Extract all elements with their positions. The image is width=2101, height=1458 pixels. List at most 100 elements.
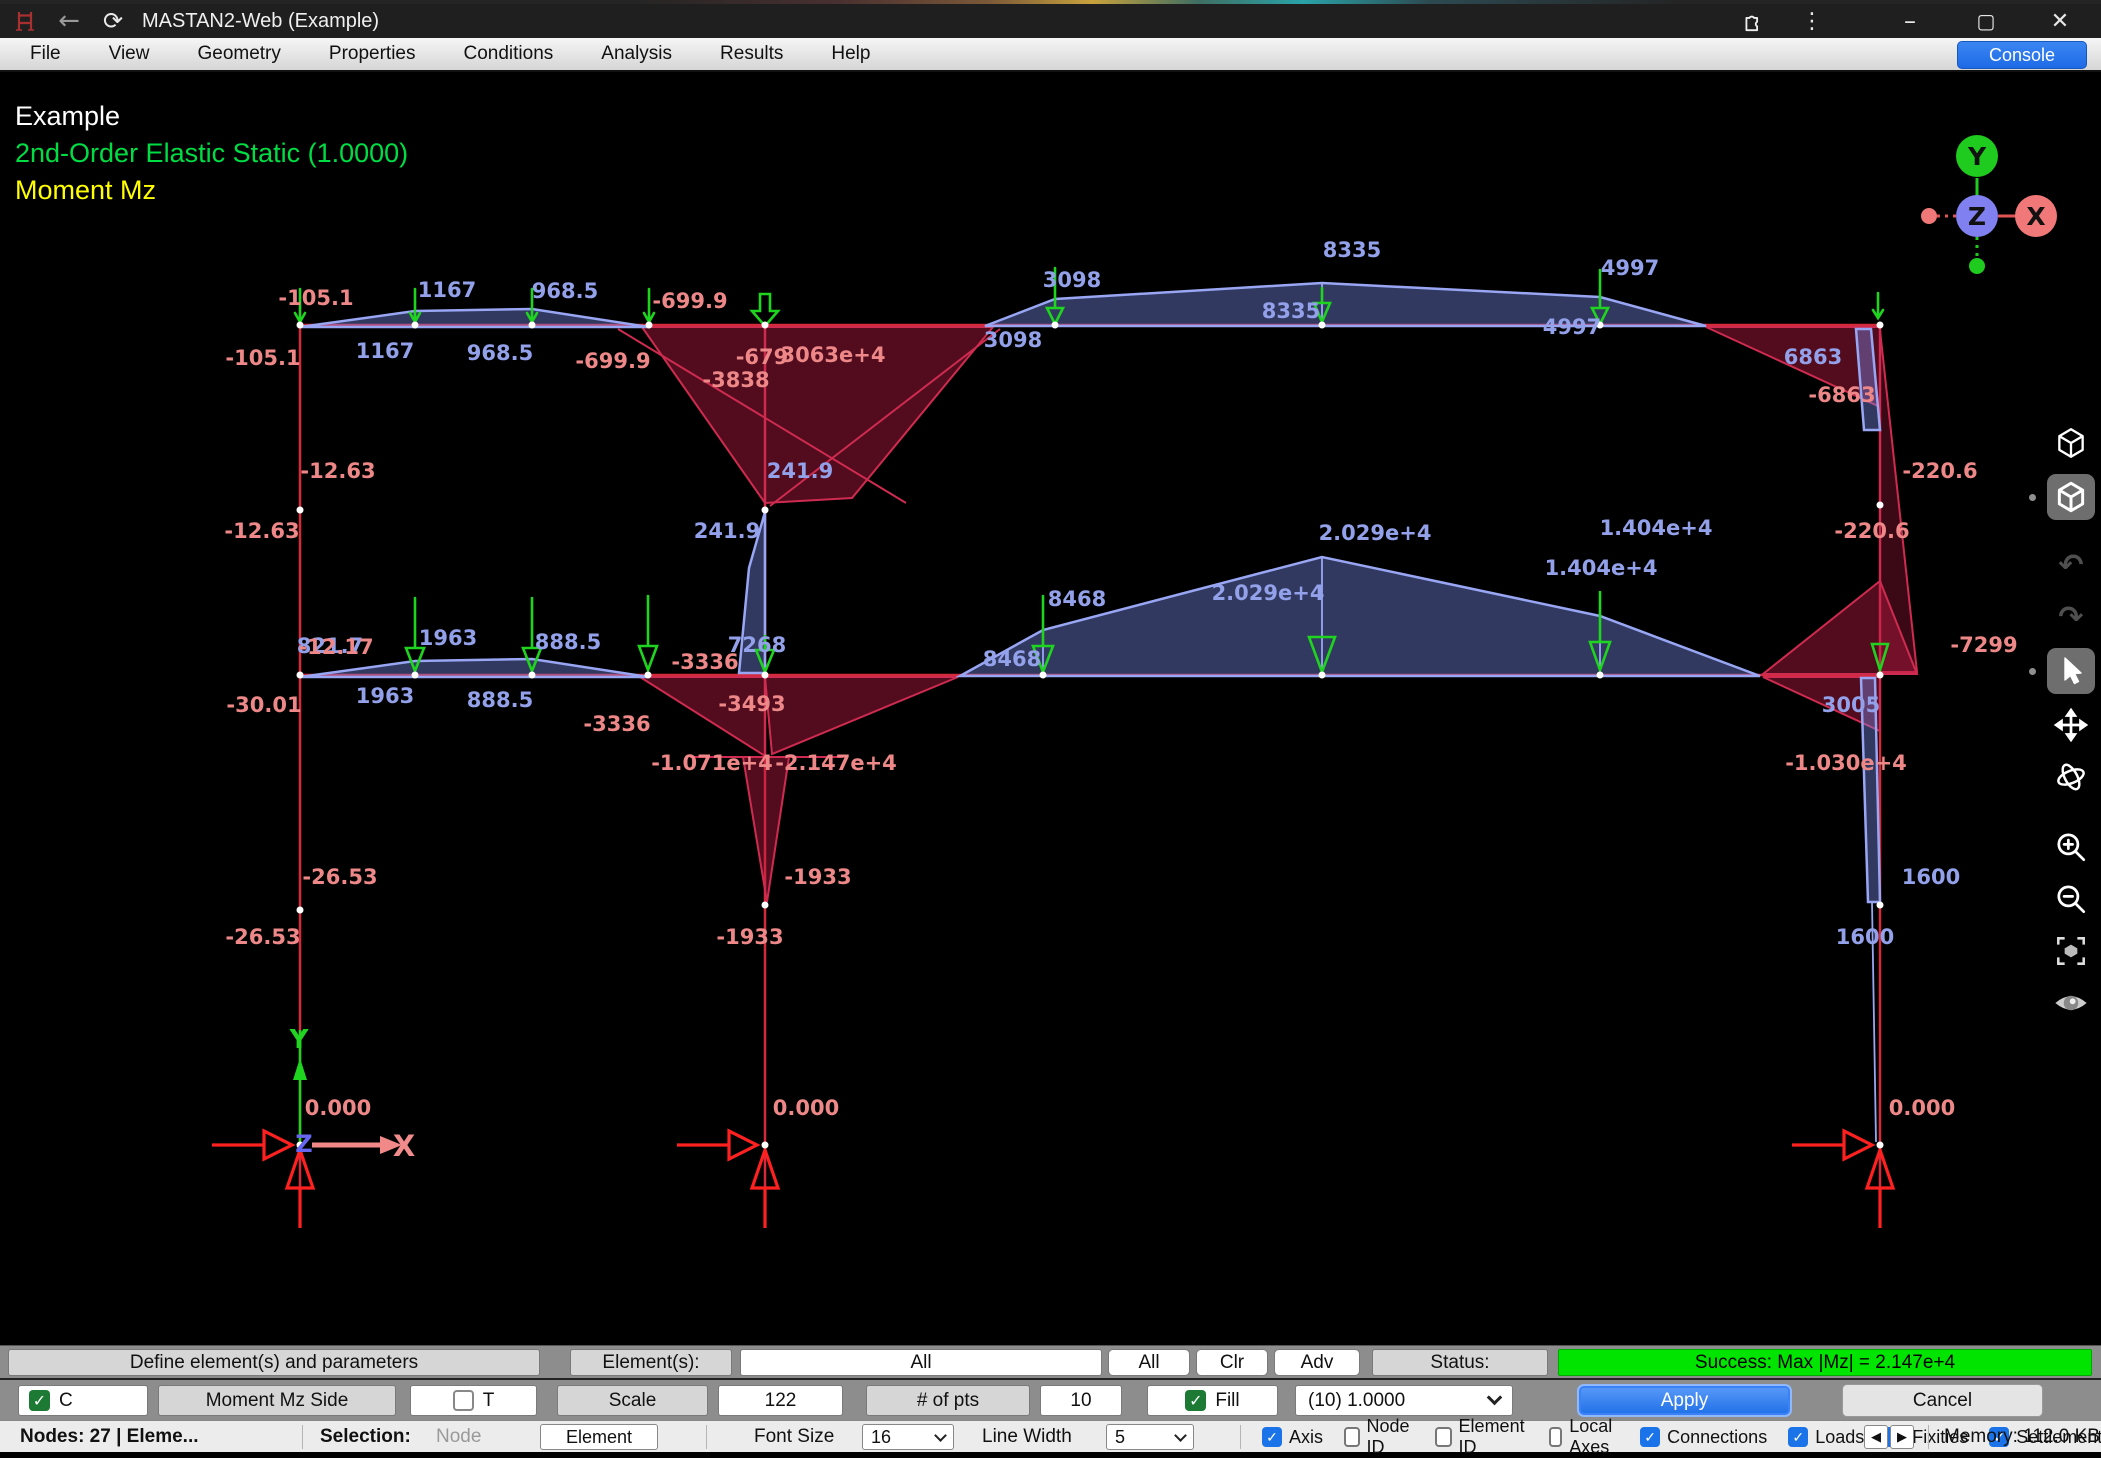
undo-icon[interactable]: ↶ <box>2047 542 2095 588</box>
moment-labels: -105.11167968.5-699.9-105.11167968.5-699… <box>224 238 2017 1163</box>
moment-diagram-svg[interactable]: -105.11167968.5-699.9-105.11167968.5-699… <box>0 72 2101 1345</box>
moment-value-label: 241.9 <box>694 519 760 543</box>
t-label: T <box>483 1390 495 1412</box>
fill-checkbox-group[interactable]: ✓ Fill <box>1147 1385 1278 1416</box>
triad-minus-y-dot[interactable] <box>1969 258 1985 274</box>
moment-value-label: -1.071e+4 <box>651 751 773 775</box>
axis-triad[interactable]: Y Z X <box>1921 135 2057 274</box>
select-element-button[interactable]: Element <box>540 1424 658 1450</box>
active-view-dot <box>2029 494 2036 501</box>
scale-input[interactable]: 122 <box>718 1385 843 1416</box>
moment-value-label: 8468 <box>983 647 1041 671</box>
redo-icon[interactable]: ↷ <box>2047 594 2095 640</box>
result-options-bar: ✓ C Moment Mz Side T Scale 122 # of pts … <box>0 1378 2101 1420</box>
status-bar: Nodes: 27 | Eleme... Selection: Node Ele… <box>0 1420 2101 1452</box>
checkbox[interactable] <box>1435 1427 1452 1447</box>
frame-members <box>300 325 1880 1228</box>
moment-value-label: 888.5 <box>535 630 601 654</box>
chevron-down-icon <box>934 1429 947 1442</box>
moment-value-label: 968.5 <box>467 341 533 365</box>
menu-properties[interactable]: Properties <box>311 38 434 70</box>
checkbox[interactable] <box>1344 1427 1360 1447</box>
orbit-icon[interactable] <box>2047 754 2095 800</box>
moment-value-label: 1963 <box>356 684 414 708</box>
checkbox[interactable]: ✓ <box>1640 1427 1660 1447</box>
moment-value-label: -1933 <box>784 865 851 889</box>
reload-button[interactable]: ⟳ <box>96 4 130 38</box>
close-button[interactable]: ✕ <box>2035 4 2085 38</box>
toggle-connections[interactable]: ✓Connections <box>1640 1427 1767 1448</box>
moment-value-label: 8335 <box>1323 238 1381 262</box>
line-width-select[interactable]: 5 <box>1106 1424 1194 1450</box>
eye-icon[interactable] <box>2047 980 2095 1026</box>
minimize-button[interactable]: – <box>1885 4 1935 38</box>
cancel-button[interactable]: Cancel <box>1842 1384 2043 1417</box>
model-canvas[interactable]: Example 2nd-Order Elastic Static (1.0000… <box>0 72 2101 1345</box>
checkbox[interactable] <box>1549 1427 1562 1447</box>
menu-file[interactable]: File <box>12 38 79 70</box>
moment-value-label: -105.1 <box>225 346 300 370</box>
element-selection-input[interactable]: All <box>740 1349 1102 1376</box>
define-elements-label: Define element(s) and parameters <box>8 1349 540 1376</box>
moment-value-label: -105.1 <box>278 286 353 310</box>
toggle-axis[interactable]: ✓ Axis <box>1262 1427 1323 1448</box>
zoom-in-icon[interactable] <box>2047 824 2095 870</box>
moment-value-label: -30.01 <box>226 693 301 717</box>
maximize-button[interactable]: ▢ <box>1961 4 2011 38</box>
checkbox[interactable]: ✓ <box>1788 1427 1808 1447</box>
clear-button[interactable]: Clr <box>1196 1349 1268 1376</box>
menu-help[interactable]: Help <box>813 38 888 70</box>
fill-label: Fill <box>1215 1390 1239 1412</box>
moment-value-label: 1167 <box>356 339 414 363</box>
menu-conditions[interactable]: Conditions <box>446 38 572 70</box>
back-button[interactable]: ← <box>52 4 86 38</box>
wireframe-cube-icon[interactable] <box>2047 420 2095 466</box>
apply-button[interactable]: Apply <box>1577 1384 1792 1417</box>
cursor-icon[interactable] <box>2047 648 2095 694</box>
moment-value-label: 8335 <box>1262 299 1320 323</box>
menu-geometry[interactable]: Geometry <box>179 38 298 70</box>
advanced-button[interactable]: Adv <box>1274 1349 1360 1376</box>
next-page-button[interactable]: ▶ <box>1890 1425 1914 1449</box>
zoom-out-icon[interactable] <box>2047 876 2095 922</box>
t-checkbox[interactable] <box>453 1390 474 1411</box>
moment-value-label: 6863 <box>1784 345 1842 369</box>
num-points-input[interactable]: 10 <box>1040 1385 1122 1416</box>
moment-value-label: 0.000 <box>1889 1096 1955 1120</box>
moment-side-button[interactable]: Moment Mz Side <box>158 1385 396 1416</box>
menu-results[interactable]: Results <box>702 38 801 70</box>
menu-view[interactable]: View <box>91 38 168 70</box>
c-checkbox-group[interactable]: ✓ C <box>18 1385 148 1416</box>
font-size-value: 16 <box>871 1427 891 1448</box>
pan-icon[interactable] <box>2047 702 2095 748</box>
font-size-select[interactable]: 16 <box>862 1424 954 1450</box>
solid-cube-icon[interactable] <box>2047 474 2095 520</box>
c-checkbox[interactable]: ✓ <box>29 1390 50 1411</box>
browser-menu-icon[interactable]: ⋮ <box>1795 4 1829 38</box>
menu-analysis[interactable]: Analysis <box>583 38 690 70</box>
load-increment-select[interactable]: (10) 1.0000 <box>1295 1385 1513 1416</box>
console-button[interactable]: Console <box>1957 41 2087 69</box>
triad-minus-x-dot[interactable] <box>1921 208 1937 224</box>
prev-page-button[interactable]: ◀ <box>1864 1425 1888 1449</box>
t-checkbox-group[interactable]: T <box>410 1385 537 1416</box>
toggle-label: Axis <box>1289 1427 1323 1448</box>
moment-value-label: -7299 <box>1950 633 2017 657</box>
load-arrows <box>295 268 1888 672</box>
element-parameter-bar: Define element(s) and parameters Element… <box>0 1345 2101 1378</box>
moment-value-label: 968.5 <box>532 279 598 303</box>
zoom-extents-icon[interactable] <box>2047 928 2095 974</box>
moment-value-label: 3098 <box>1043 268 1101 292</box>
checkbox[interactable]: ✓ <box>1262 1427 1282 1447</box>
view-toolbar: ↶ ↷ <box>2047 420 2095 1026</box>
fill-checkbox[interactable]: ✓ <box>1185 1390 1206 1411</box>
select-all-button[interactable]: All <box>1108 1349 1190 1376</box>
chevron-down-icon <box>1174 1429 1187 1442</box>
moment-value-label: 888.5 <box>467 688 533 712</box>
extensions-icon[interactable] <box>1731 4 1771 38</box>
moment-value-label: 8468 <box>1048 587 1106 611</box>
toggle-loads[interactable]: ✓Loads <box>1788 1427 1864 1448</box>
moment-value-label: -699.9 <box>575 349 650 373</box>
moment-value-label: 241.9 <box>767 459 833 483</box>
select-node-button[interactable]: Node <box>436 1421 481 1453</box>
